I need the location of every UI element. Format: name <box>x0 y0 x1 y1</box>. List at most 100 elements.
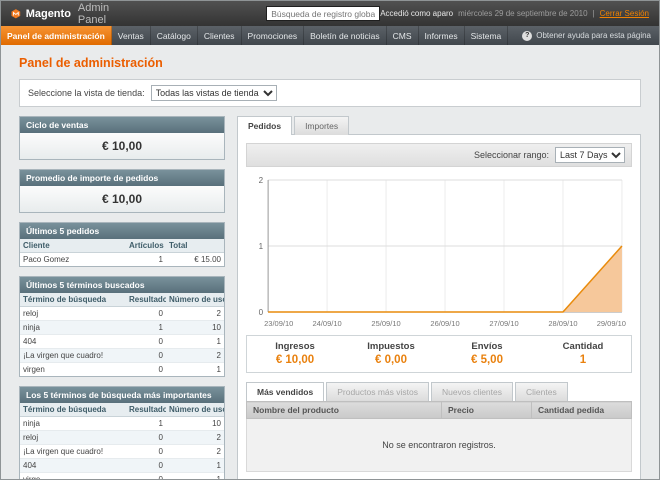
range-label: Seleccionar rango: <box>474 150 549 160</box>
svg-text:28/09/10: 28/09/10 <box>548 319 577 328</box>
svg-text:24/09/10: 24/09/10 <box>312 319 341 328</box>
main-nav: Panel de administración Ventas Catálogo … <box>1 26 659 45</box>
table-row[interactable]: Paco Gomez 1 € 15.00 <box>20 253 224 267</box>
nav-item-boletin[interactable]: Boletín de noticias <box>304 26 386 45</box>
cell: virgen <box>20 363 126 377</box>
cell: 2 <box>166 431 224 445</box>
nav-item-panel-administracion[interactable]: Panel de administración <box>1 26 112 45</box>
products-tabs: Más vendidos Productos más vistos Nuevos… <box>246 382 632 401</box>
svg-text:27/09/10: 27/09/10 <box>489 319 518 328</box>
cell: 1 <box>166 459 224 473</box>
table-row[interactable]: ninja 1 10 <box>20 417 224 431</box>
lifetime-sales-value: € 10,00 <box>20 133 224 159</box>
cell: reloj <box>20 307 126 321</box>
tab-clientes[interactable]: Clientes <box>515 382 568 401</box>
magento-admin-page: Magento Admin Panel Accedió como aparo m… <box>0 0 660 480</box>
nav-item-cms[interactable]: CMS <box>387 26 419 45</box>
stat-label: Envíos <box>439 341 535 352</box>
nav-item-sistema[interactable]: Sistema <box>465 26 509 45</box>
stat-label: Ingresos <box>247 341 343 352</box>
column-header: Artículos <box>126 239 166 253</box>
dashboard-left-column: Ciclo de ventas € 10,00 Promedio de impo… <box>19 116 225 480</box>
stat-value: € 5,00 <box>439 354 535 366</box>
empty-records-message: No se encontraron registros. <box>247 419 632 472</box>
stat-cantidad: Cantidad 1 <box>535 336 631 372</box>
stat-value: € 0,00 <box>343 354 439 366</box>
nav-item-clientes[interactable]: Clientes <box>198 26 242 45</box>
table-row[interactable]: virge 0 1 <box>20 473 224 480</box>
table-row[interactable]: 404 0 1 <box>20 335 224 349</box>
current-date: miércoles 29 de septiembre de 2010 <box>458 9 587 18</box>
average-orders-panel: Promedio de importe de pedidos € 10,00 <box>19 169 225 213</box>
nav-item-catalogo[interactable]: Catálogo <box>151 26 198 45</box>
help-link[interactable]: ? Obtener ayuda para esta página <box>514 26 659 45</box>
stat-value: 1 <box>535 354 631 366</box>
cell: 0 <box>126 335 166 349</box>
column-header: Término de búsqueda <box>20 403 126 417</box>
nav-item-informes[interactable]: Informes <box>419 26 465 45</box>
average-orders-title: Promedio de importe de pedidos <box>20 170 224 186</box>
last-search-terms-table: Término de búsqueda Resultados Número de… <box>20 293 224 376</box>
table-row[interactable]: reloj 0 2 <box>20 431 224 445</box>
cell: 10 <box>166 417 224 431</box>
global-search-input[interactable] <box>266 6 380 21</box>
column-header: Cliente <box>20 239 126 253</box>
cell: 0 <box>126 431 166 445</box>
column-header: Número de usos <box>166 293 224 307</box>
tab-mas-vendidos[interactable]: Más vendidos <box>246 382 324 401</box>
chart-tabs: Pedidos Importes <box>237 116 641 135</box>
top-search-terms-table: Término de búsqueda Resultados Número de… <box>20 403 224 480</box>
column-header: Término de búsqueda <box>20 293 126 307</box>
table-row[interactable]: reloj 0 2 <box>20 307 224 321</box>
column-header: Resultados <box>126 403 166 417</box>
cell: 0 <box>126 445 166 459</box>
table-row[interactable]: ninja 1 10 <box>20 321 224 335</box>
totals-bar: Ingresos € 10,00 Impuestos € 0,00 Envíos… <box>246 335 632 373</box>
cell: 1 <box>126 253 166 267</box>
magento-logo-icon <box>11 6 21 21</box>
store-view-label: Seleccione la vista de tienda: <box>28 88 145 98</box>
range-select[interactable]: Last 7 Days <box>555 147 625 163</box>
cell: 2 <box>166 349 224 363</box>
tab-nuevos-clientes[interactable]: Nuevos clientes <box>431 382 513 401</box>
last-orders-table: Cliente Artículos Total Paco Gomez 1 € 1… <box>20 239 224 266</box>
store-view-select[interactable]: Todas las vistas de tienda <box>151 85 277 101</box>
table-row[interactable]: 404 0 1 <box>20 459 224 473</box>
help-label: Obtener ayuda para esta página <box>536 31 651 40</box>
cell: Paco Gomez <box>20 253 126 267</box>
cell: 1 <box>126 321 166 335</box>
lifetime-sales-title: Ciclo de ventas <box>20 117 224 133</box>
cell: virge <box>20 473 126 480</box>
nav-item-ventas[interactable]: Ventas <box>112 26 151 45</box>
cell: 1 <box>166 335 224 349</box>
cell: reloj <box>20 431 126 445</box>
nav-item-promociones[interactable]: Promociones <box>242 26 305 45</box>
content-area: Panel de administración Seleccione la vi… <box>1 45 659 480</box>
column-header: Resultados <box>126 293 166 307</box>
brand-name: Magento <box>26 8 71 20</box>
cell: ninja <box>20 417 126 431</box>
stat-label: Impuestos <box>343 341 439 352</box>
cell: 1 <box>166 473 224 480</box>
cell: 2 <box>166 307 224 321</box>
cell: 2 <box>166 445 224 459</box>
stat-ingresos: Ingresos € 10,00 <box>247 336 343 372</box>
table-row[interactable]: ¡La virgen que cuadro! 0 2 <box>20 349 224 363</box>
table-row[interactable]: ¡La virgen que cuadro! 0 2 <box>20 445 224 459</box>
brand-suffix: Admin Panel <box>78 2 118 26</box>
tab-productos-mas-vistos[interactable]: Productos más vistos <box>326 382 429 401</box>
store-switcher: Seleccione la vista de tienda: Todas las… <box>19 79 641 107</box>
svg-text:0: 0 <box>259 308 264 317</box>
tab-pedidos[interactable]: Pedidos <box>237 116 292 135</box>
cell: ¡La virgen que cuadro! <box>20 349 126 363</box>
tab-importes[interactable]: Importes <box>294 116 349 135</box>
magento-logo[interactable]: Magento Admin Panel <box>11 2 118 26</box>
table-row[interactable]: virgen 0 1 <box>20 363 224 377</box>
logout-link[interactable]: Cerrar Sesión <box>600 9 649 18</box>
top-header: Magento Admin Panel Accedió como aparo m… <box>1 1 659 26</box>
cell: 0 <box>126 307 166 321</box>
average-orders-value: € 10,00 <box>20 186 224 212</box>
cell: € 15.00 <box>166 253 224 267</box>
table-row: No se encontraron registros. <box>247 419 632 472</box>
orders-chart: 01223/09/1024/09/1025/09/1026/09/1027/09… <box>246 172 632 330</box>
